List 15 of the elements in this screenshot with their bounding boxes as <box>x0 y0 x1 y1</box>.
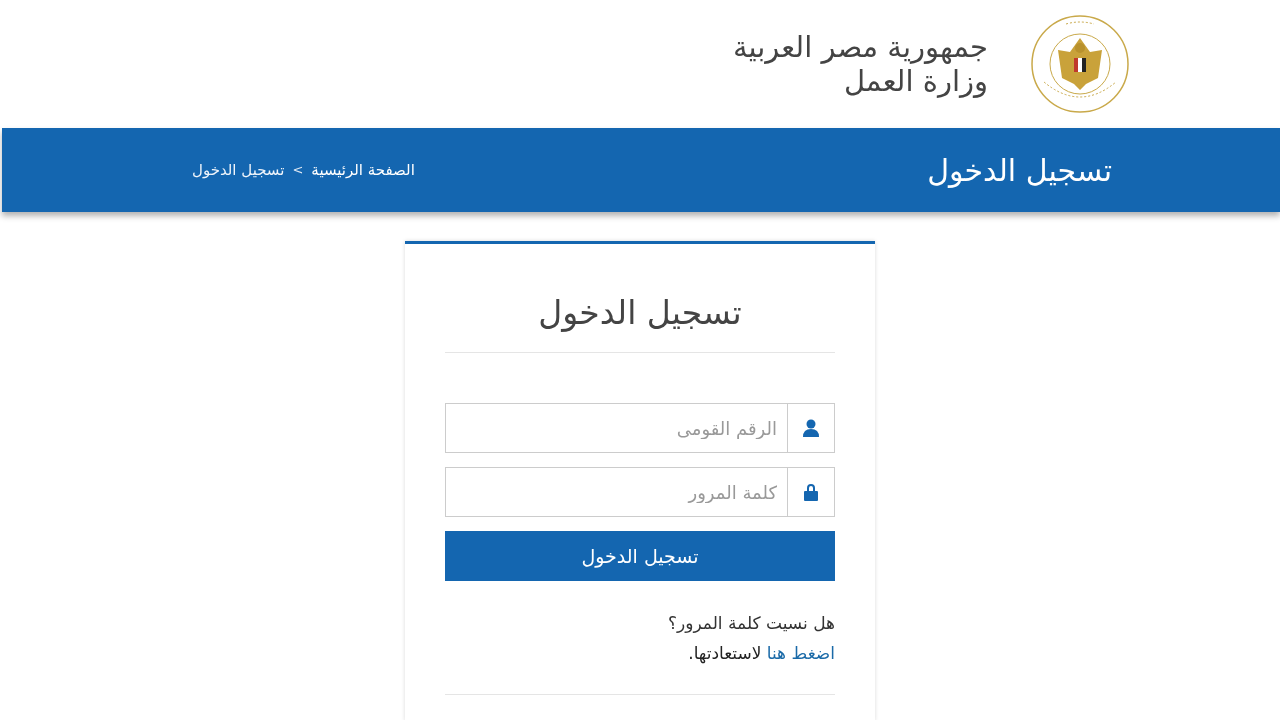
lock-icon <box>804 483 818 501</box>
forgot-password-question: هل نسيت كلمة المرور؟ <box>668 612 835 635</box>
breadcrumb-link[interactable]: الصفحة الرئيسية <box>311 158 415 182</box>
ministry-title: وزارة العمل <box>842 64 988 98</box>
breadcrumb-separator: > <box>292 161 304 180</box>
login-title: تسجيل الدخول <box>538 292 742 335</box>
page-title: تسجيل الدخول <box>927 151 1112 190</box>
recover-link[interactable]: اضغط هنا <box>766 642 835 663</box>
password-field[interactable]: كلمة المرور <box>445 467 787 517</box>
login-button[interactable]: تسجيل الدخول <box>445 531 835 581</box>
user-icon <box>803 419 819 437</box>
recover-sentence: اضغط هنا لاستعادتها. <box>688 641 835 666</box>
breadcrumb-current: تسجيل الدخول <box>192 159 285 181</box>
country-title: جمهورية مصر العربية <box>732 30 988 64</box>
national-id-field[interactable]: الرقم القومى <box>445 403 787 453</box>
